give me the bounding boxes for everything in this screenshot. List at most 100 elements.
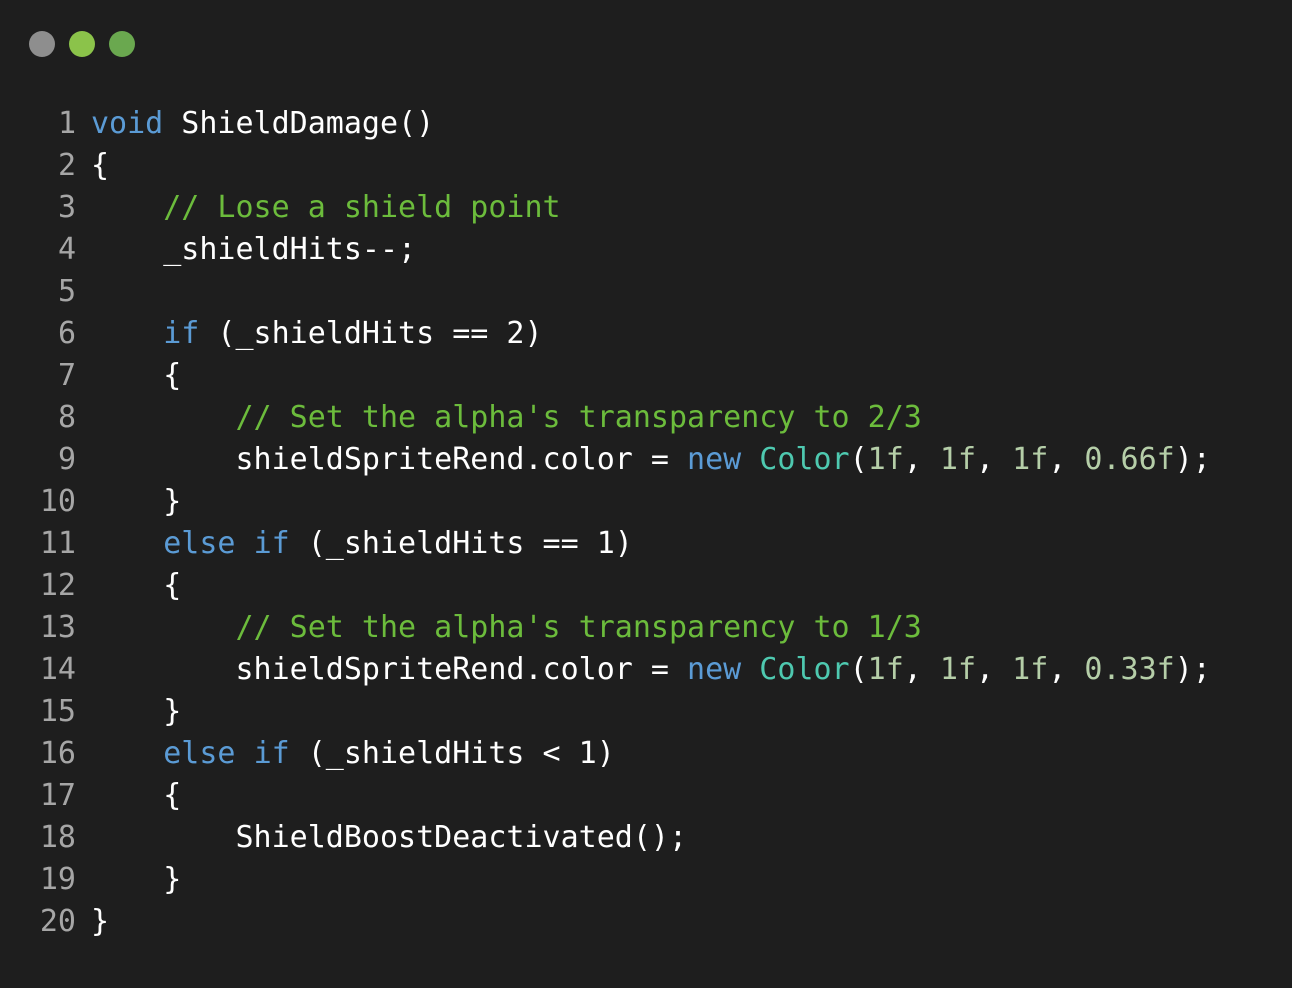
code-line: 16 else if (_shieldHits < 1) [0, 733, 1292, 775]
line-content: // Lose a shield point [91, 187, 1292, 229]
code-token: , [1048, 652, 1085, 687]
line-number: 4 [57, 232, 76, 267]
code-line: 13 // Set the alpha's transparency to 1/… [0, 607, 1292, 649]
line-number: 16 [39, 736, 76, 771]
code-token: shieldSpriteRend.color = [91, 652, 688, 687]
code-token: new [687, 442, 742, 477]
line-content: shieldSpriteRend.color = new Color(1f, 1… [91, 649, 1292, 691]
code-token: 1f [939, 652, 977, 687]
code-token: // Lose a shield point [163, 190, 561, 225]
line-number: 11 [39, 526, 76, 561]
code-token: 0.33f [1084, 652, 1175, 687]
line-content: { [91, 775, 1292, 817]
line-number: 3 [57, 190, 76, 225]
code-token: ShieldBoostDeactivated(); [91, 820, 688, 855]
code-line: 12 { [0, 565, 1292, 607]
code-line: 20} [0, 901, 1292, 943]
line-number: 1 [57, 106, 76, 141]
code-token: (_shieldHits < 1) [289, 736, 615, 771]
line-content: { [91, 565, 1292, 607]
code-token: , [1048, 442, 1085, 477]
window-controls [29, 31, 135, 57]
code-token: (_shieldHits == 1) [289, 526, 633, 561]
code-line: 5 [0, 271, 1292, 313]
line-number: 9 [57, 442, 76, 477]
code-token: 1f [1012, 652, 1049, 687]
line-content [91, 271, 1292, 313]
line-content: else if (_shieldHits < 1) [91, 733, 1292, 775]
code-token: ); [1174, 652, 1211, 687]
line-number: 19 [39, 862, 76, 897]
code-token: { [91, 358, 182, 393]
code-token: { [91, 778, 182, 813]
code-line: 11 else if (_shieldHits == 1) [0, 523, 1292, 565]
code-line: 17 { [0, 775, 1292, 817]
line-number: 5 [57, 274, 76, 309]
line-number: 2 [57, 148, 76, 183]
line-content: ShieldBoostDeactivated(); [91, 817, 1292, 859]
line-number: 7 [57, 358, 76, 393]
code-token: 1f [1012, 442, 1049, 477]
code-line: 3 // Lose a shield point [0, 187, 1292, 229]
code-token: 0.66f [1084, 442, 1175, 477]
code-token: Color [759, 652, 850, 687]
line-content: // Set the alpha's transparency to 2/3 [91, 397, 1292, 439]
line-number: 13 [39, 610, 76, 645]
code-token: } [91, 862, 182, 897]
line-number: 14 [39, 652, 76, 687]
code-token: new [687, 652, 742, 687]
code-token: 1f [867, 442, 904, 477]
code-token: else [163, 736, 236, 771]
code-token: 1f [867, 652, 904, 687]
code-token: (_shieldHits == 2) [199, 316, 543, 351]
line-number: 12 [39, 568, 76, 603]
line-content: { [91, 145, 1292, 187]
code-line: 7 { [0, 355, 1292, 397]
code-token: _shieldHits--; [91, 232, 417, 267]
code-line: 10 } [0, 481, 1292, 523]
line-number: 15 [39, 694, 76, 729]
line-content: } [91, 691, 1292, 733]
code-token: } [91, 484, 182, 519]
code-token: , [976, 442, 1013, 477]
code-token: } [91, 904, 110, 939]
line-content: shieldSpriteRend.color = new Color(1f, 1… [91, 439, 1292, 481]
code-token: ( [849, 652, 868, 687]
code-line: 6 if (_shieldHits == 2) [0, 313, 1292, 355]
line-content: } [91, 859, 1292, 901]
line-content: { [91, 355, 1292, 397]
code-token: , [976, 652, 1013, 687]
line-number: 20 [39, 904, 76, 939]
code-token: else [163, 526, 236, 561]
code-token: } [91, 694, 182, 729]
code-line: 8 // Set the alpha's transparency to 2/3 [0, 397, 1292, 439]
minimize-button[interactable] [69, 31, 95, 57]
maximize-button[interactable] [109, 31, 135, 57]
code-token: ); [1174, 442, 1211, 477]
code-window: 1 void ShieldDamage() 2{3 // Lose a shield… [0, 0, 1292, 988]
code-token: , [903, 442, 940, 477]
code-token: { [91, 568, 182, 603]
line-number: 10 [39, 484, 76, 519]
code-token: shieldSpriteRend.color = [91, 442, 688, 477]
code-editor[interactable]: 1 void ShieldDamage() 2{3 // Lose a shield… [0, 103, 1292, 943]
close-button[interactable] [29, 31, 55, 57]
line-number: 8 [57, 400, 76, 435]
code-line: 15 } [0, 691, 1292, 733]
line-content: } [91, 481, 1292, 523]
code-token: , [903, 652, 940, 687]
code-line: 14 shieldSpriteRend.color = new Color(1f… [0, 649, 1292, 691]
line-content: if (_shieldHits == 2) [91, 313, 1292, 355]
code-token: Color [759, 442, 850, 477]
code-token: if [253, 736, 290, 771]
code-line: 2{ [0, 145, 1292, 187]
code-line: 1 void ShieldDamage() [0, 103, 1292, 145]
